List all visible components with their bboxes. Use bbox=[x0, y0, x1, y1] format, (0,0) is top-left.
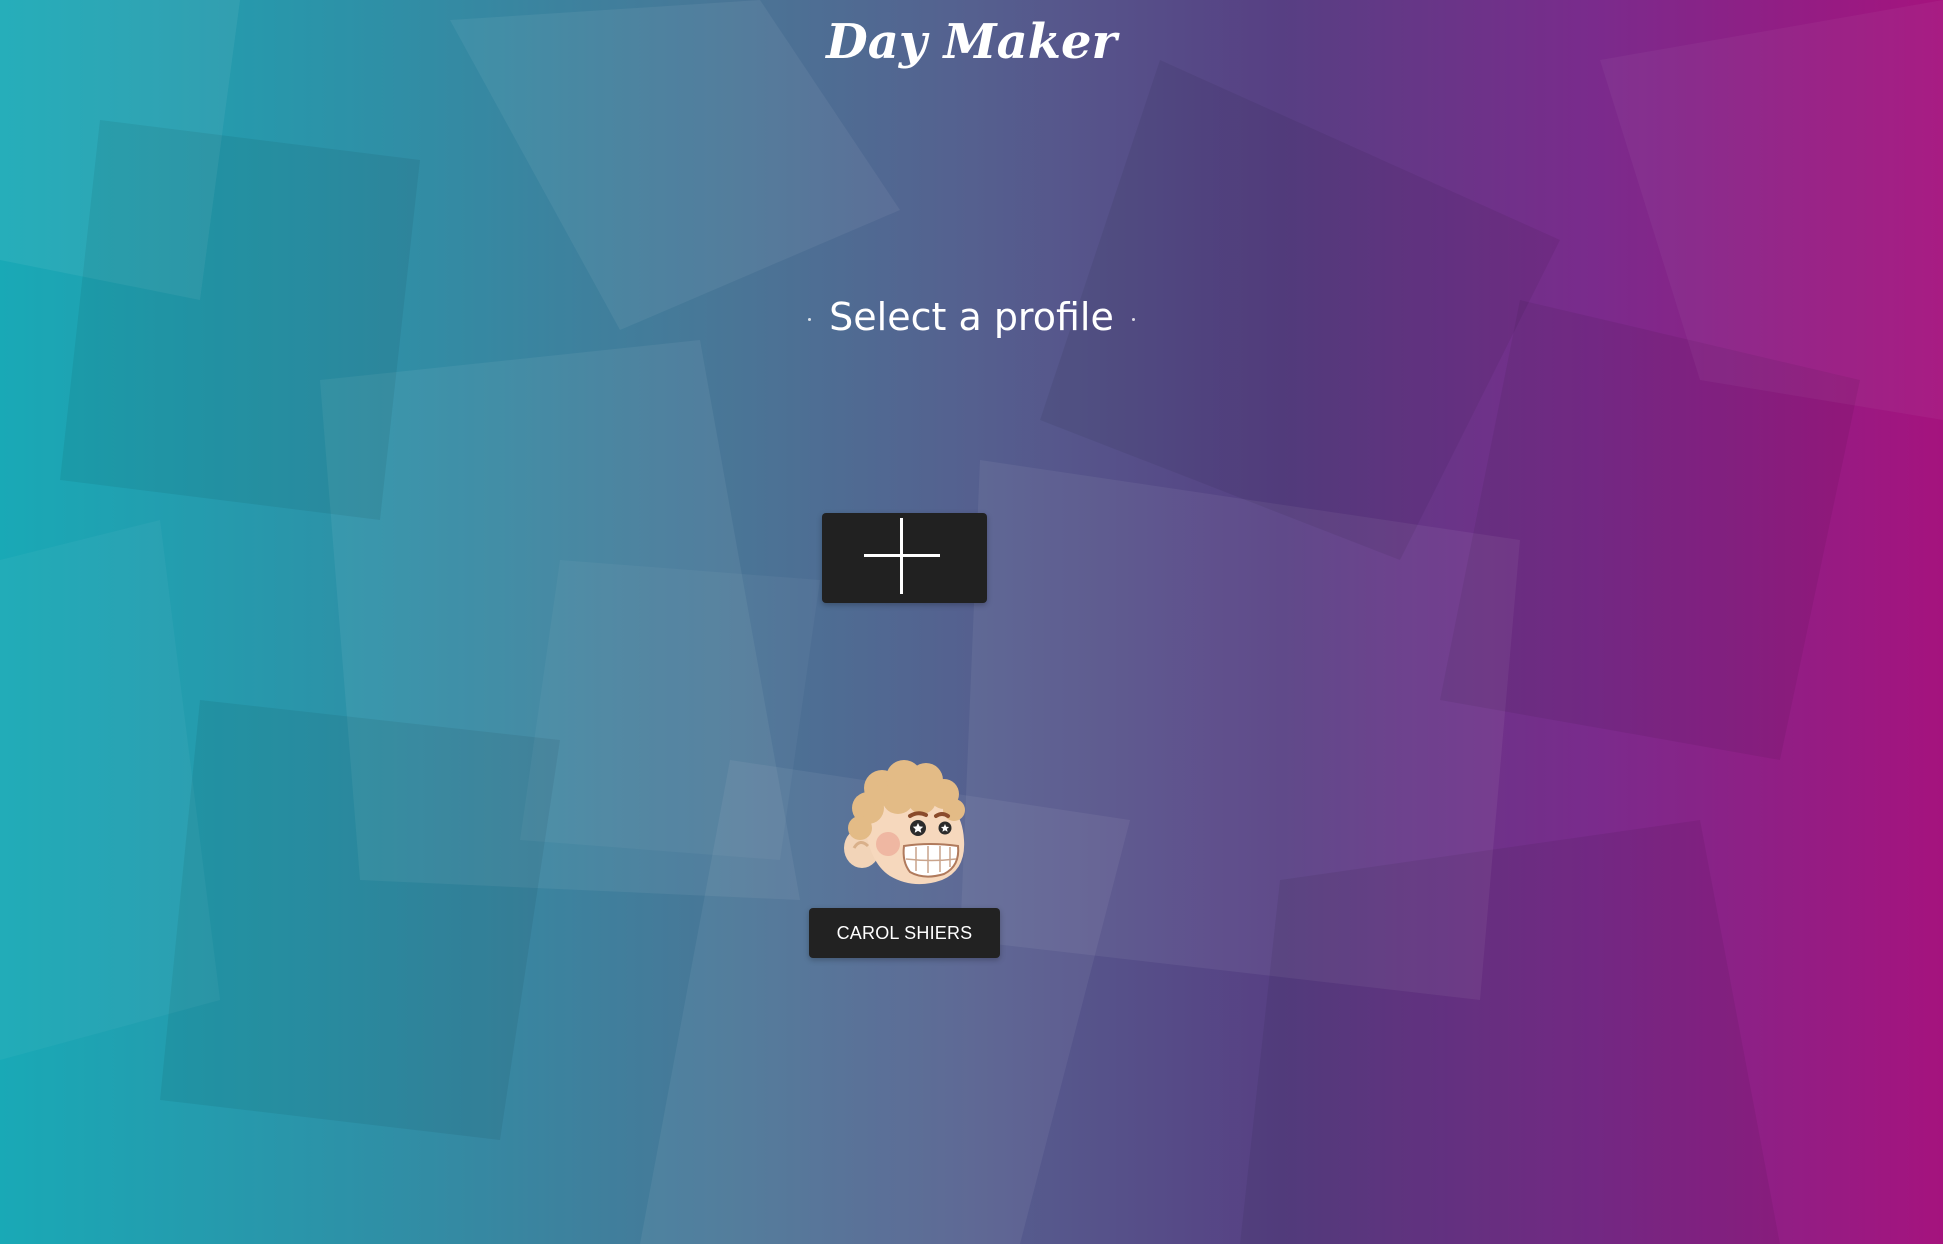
background-polygons bbox=[0, 0, 1943, 1244]
background-shapes bbox=[0, 0, 1943, 1244]
page-heading-wrapper: Select a profile bbox=[0, 295, 1943, 339]
page-heading: Select a profile bbox=[829, 295, 1114, 339]
heading-left-dot bbox=[808, 318, 812, 321]
app-title: Day Maker bbox=[826, 14, 1117, 70]
heading-right-dot bbox=[1131, 318, 1135, 321]
curly-hair-face-icon bbox=[844, 760, 965, 885]
plus-icon bbox=[864, 518, 940, 594]
add-profile-button[interactable] bbox=[822, 513, 987, 603]
profile-button-carol-shiers[interactable]: CAROL SHIERS bbox=[809, 908, 1000, 958]
profile-avatar[interactable] bbox=[838, 748, 970, 888]
